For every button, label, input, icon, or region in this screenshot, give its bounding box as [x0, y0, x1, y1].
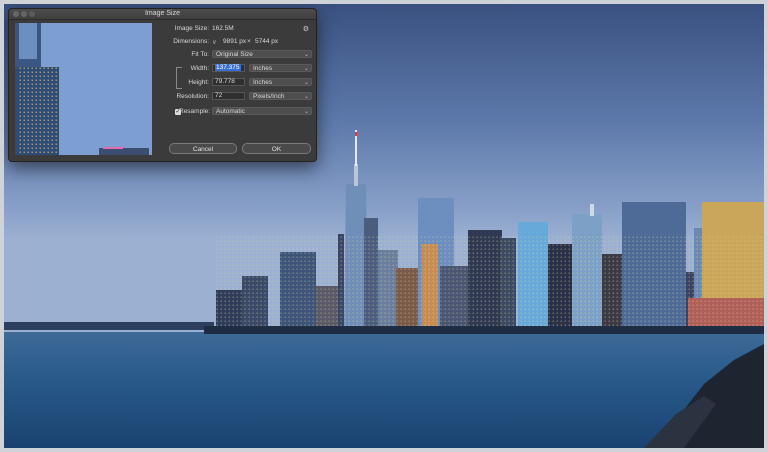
- image-size-dialog: Image Size Image Size: 162.5M ⚙ Dimensio…: [8, 8, 317, 162]
- image-canvas: Image Size Image Size: 162.5M ⚙ Dimensio…: [4, 4, 764, 448]
- chevron-down-icon: ⌄: [303, 109, 309, 115]
- fit-to-value: Original Size: [216, 51, 253, 58]
- width-input[interactable]: 137.375: [212, 64, 245, 72]
- chevron-down-icon: ⌄: [303, 94, 309, 100]
- dimensions-times: ×: [247, 38, 251, 45]
- width-unit-dropdown[interactable]: Inches ⌄: [249, 64, 312, 72]
- fit-to-dropdown[interactable]: Original Size ⌄: [212, 50, 312, 58]
- dimensions-row: Dimensions: ∨ 9891 px × 5744 px: [155, 37, 311, 47]
- height-value: 79.778: [215, 78, 235, 85]
- dimensions-label: Dimensions:: [173, 38, 209, 45]
- preview-thumbnail: [15, 23, 152, 155]
- image-size-value: 162.5M: [212, 25, 234, 32]
- height-label: Height:: [188, 79, 209, 86]
- width-label: Width:: [190, 65, 209, 72]
- height-unit-dropdown[interactable]: Inches ⌄: [249, 78, 312, 86]
- resolution-input[interactable]: 72: [212, 92, 245, 100]
- resample-row: Resample: Automatic ⌄: [155, 107, 312, 117]
- resample-value: Automatic: [216, 108, 245, 115]
- resample-dropdown[interactable]: Automatic ⌄: [212, 107, 312, 115]
- dialog-titlebar: Image Size: [9, 9, 316, 20]
- chevron-down-icon: ⌄: [303, 52, 309, 58]
- width-unit: Inches: [253, 65, 273, 72]
- resolution-unit-dropdown[interactable]: Pixels/Inch ⌄: [249, 92, 312, 100]
- resolution-value: 72: [215, 92, 223, 99]
- fit-to-label: Fit To:: [191, 51, 209, 58]
- dimensions-height: 5744 px: [255, 38, 279, 45]
- cancel-button[interactable]: Cancel: [169, 143, 237, 154]
- fit-to-row: Fit To: Original Size ⌄: [155, 50, 312, 60]
- dimensions-chevron[interactable]: ∨: [212, 38, 217, 46]
- image-size-label: Image Size:: [174, 25, 209, 32]
- width-row: Width: 137.375 Inches ⌄: [155, 64, 312, 74]
- ok-button[interactable]: OK: [242, 143, 311, 154]
- image-size-row: Image Size: 162.5M ⚙: [155, 24, 311, 34]
- width-value: 137.375: [215, 64, 241, 71]
- image-preview[interactable]: [15, 23, 152, 155]
- chevron-down-icon: ⌄: [303, 80, 309, 86]
- resample-label: Resample:: [179, 108, 211, 115]
- resolution-unit: Pixels/Inch: [253, 93, 285, 100]
- dialog-title: Image Size: [144, 10, 181, 17]
- gear-icon[interactable]: ⚙: [303, 25, 309, 33]
- height-row: Height: 79.778 Inches ⌄: [155, 78, 312, 88]
- height-unit: Inches: [253, 79, 273, 86]
- dimensions-width: 9891 px: [223, 38, 247, 45]
- resolution-row: Resolution: 72 Pixels/Inch ⌄: [155, 92, 312, 102]
- chevron-down-icon: ⌄: [303, 66, 309, 72]
- resolution-label: Resolution:: [176, 93, 209, 100]
- height-input[interactable]: 79.778: [212, 78, 245, 86]
